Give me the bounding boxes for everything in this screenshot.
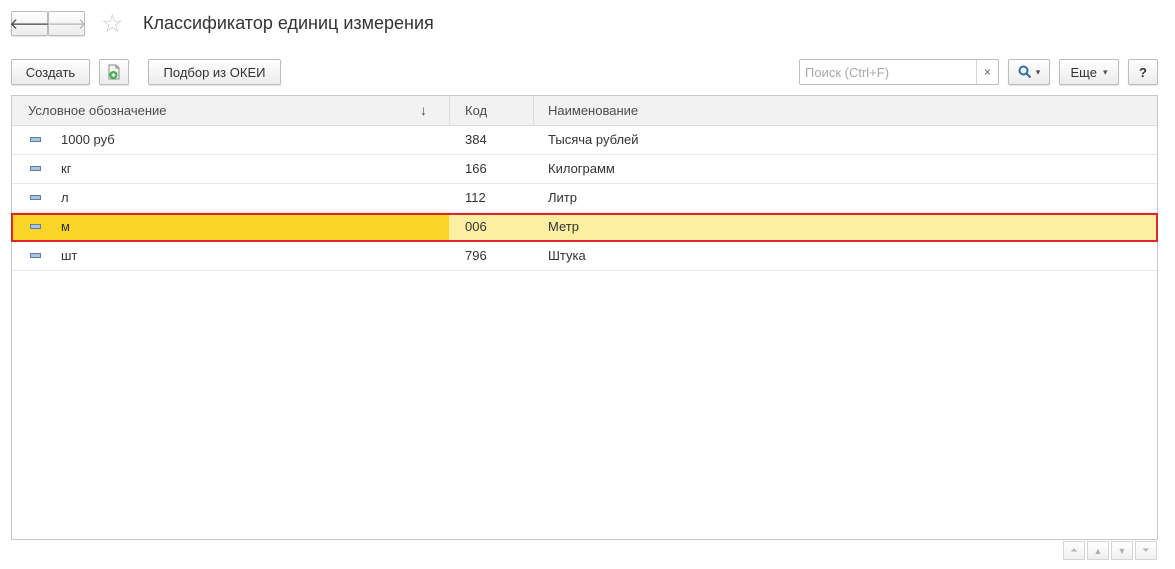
- forward-button[interactable]: 🡒: [46, 11, 87, 36]
- catalog-item-icon: [30, 224, 41, 229]
- cell-name: Тысяча рублей: [548, 132, 639, 147]
- catalog-item-icon: [30, 195, 41, 200]
- table-row[interactable]: 1000 руб 384 Тысяча рублей: [12, 126, 1157, 155]
- cell-code: 166: [465, 161, 487, 176]
- cell-symbol: л: [61, 190, 69, 205]
- cell-symbol: шт: [61, 248, 78, 263]
- chevron-down-icon: ▼: [1117, 545, 1127, 556]
- create-button-label: Создать: [25, 64, 76, 80]
- cell-symbol: 1000 руб: [61, 132, 115, 147]
- catalog-item-icon: [30, 253, 41, 258]
- help-icon: ?: [1139, 64, 1147, 80]
- go-to-last-button[interactable]: ⏷: [1135, 541, 1157, 560]
- cell-name: Метр: [548, 219, 579, 234]
- arrow-right-icon: 🡒: [46, 16, 87, 33]
- search-options-button[interactable]: ▾: [1008, 59, 1050, 85]
- cell-code: 384: [465, 132, 487, 147]
- units-table: Условное обозначение ↓ Код Наименование …: [11, 95, 1158, 540]
- cell-name: Штука: [548, 248, 586, 263]
- chevron-down-icon: ▾: [1035, 66, 1041, 77]
- column-header-code[interactable]: Код: [465, 96, 487, 125]
- document-add-icon: [108, 64, 120, 79]
- page-down-button[interactable]: ▼: [1111, 541, 1133, 560]
- okei-select-label: Подбор из ОКЕИ: [163, 64, 266, 80]
- table-row[interactable]: л 112 Литр: [12, 184, 1157, 213]
- catalog-item-icon: [30, 166, 41, 171]
- arrow-left-icon: 🡐: [9, 16, 50, 33]
- cell-symbol: м: [61, 219, 70, 234]
- cell-code: 006: [465, 219, 487, 234]
- cell-code: 112: [465, 190, 486, 205]
- first-page-icon: ⏶: [1070, 545, 1078, 555]
- cell-code: 796: [465, 248, 487, 263]
- close-icon: ×: [983, 65, 991, 79]
- column-header-symbol[interactable]: Условное обозначение: [28, 96, 167, 125]
- help-button[interactable]: ?: [1128, 59, 1158, 85]
- create-button[interactable]: Создать: [11, 59, 90, 85]
- page-title: Классификатор единиц измерения: [143, 13, 434, 33]
- search-input[interactable]: [800, 60, 976, 84]
- chevron-down-icon: ▾: [1102, 66, 1108, 77]
- table-header: Условное обозначение ↓ Код Наименование: [12, 96, 1157, 126]
- last-page-icon: ⏷: [1142, 545, 1150, 555]
- more-button[interactable]: Еще ▾: [1059, 59, 1119, 85]
- chevron-up-icon: ▲: [1093, 545, 1103, 556]
- table-row[interactable]: кг 166 Килограмм: [12, 155, 1157, 184]
- page-up-button[interactable]: ▲: [1087, 541, 1109, 560]
- favorite-star-icon[interactable]: ☆: [101, 9, 123, 39]
- catalog-item-icon: [30, 137, 41, 142]
- sort-descending-icon: ↓: [420, 102, 427, 118]
- back-button[interactable]: 🡐: [9, 11, 50, 36]
- search-field[interactable]: ×: [799, 59, 999, 85]
- search-icon: [1018, 65, 1032, 79]
- cell-symbol: кг: [61, 161, 72, 176]
- cell-name: Килограмм: [548, 161, 615, 176]
- clear-search-button[interactable]: ×: [976, 60, 998, 84]
- okei-select-button[interactable]: Подбор из ОКЕИ: [148, 59, 281, 85]
- go-to-first-button[interactable]: ⏶: [1063, 541, 1085, 560]
- column-header-name[interactable]: Наименование: [548, 96, 638, 125]
- cell-name: Литр: [548, 190, 577, 205]
- create-by-copy-button[interactable]: [99, 59, 129, 85]
- table-row[interactable]: шт 796 Штука: [12, 242, 1157, 271]
- table-row-selected[interactable]: м 006 Метр: [12, 213, 1157, 242]
- more-button-label: Еще: [1070, 64, 1097, 80]
